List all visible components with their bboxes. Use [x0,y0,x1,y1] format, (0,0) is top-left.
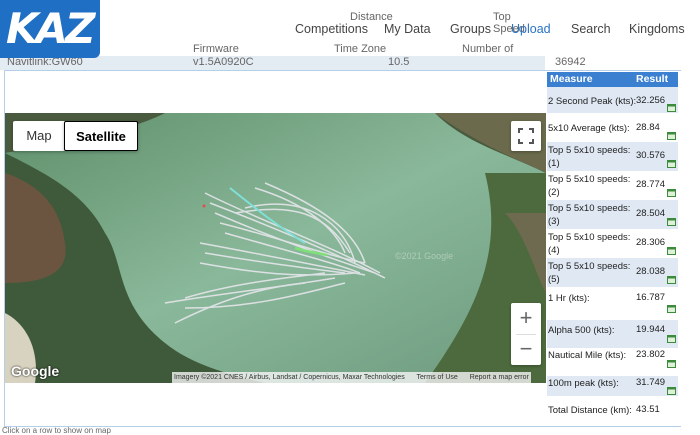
imagery-credit: Imagery ©2021 CNES / Airbus, Landsat / C… [174,374,405,381]
measure-value: 28.774 [636,179,666,190]
kaz-logo[interactable]: KAZ [0,0,100,58]
nav-search[interactable]: Search [571,22,611,36]
table-row[interactable]: Top 5 5x10 speeds: (3) 28.504 [547,200,678,229]
map-type-map-button[interactable]: Map [13,121,65,151]
table-row[interactable]: Total Distance (km): 43.51 [547,396,678,426]
measure-label: 100m peak (kts): [548,378,619,389]
table-row[interactable]: Top 5 5x10 speeds: (4) 28.306 [547,229,678,258]
map-type-satellite-button[interactable]: Satellite [64,121,138,151]
table-row[interactable]: 2 Second Peak (kts): 32.256 [547,87,678,113]
table-row[interactable]: 5x10 Average (kts): 28.84 [547,113,678,142]
measure-label: Top 5 5x10 speeds: (4) [548,232,631,256]
nav-groups[interactable]: Groups [450,22,491,36]
calendar-icon[interactable] [667,386,676,395]
measure-value: 28.038 [636,266,666,277]
calendar-icon[interactable] [667,304,676,313]
nav-upload[interactable]: Upload [511,22,551,36]
calendar-icon[interactable] [667,131,676,140]
track-map[interactable]: ©2021 Google [5,113,546,383]
table-row[interactable]: Nautical Mile (kts): 23.802 [547,348,678,376]
measure-label: Total Distance (km): [548,405,632,416]
table-row[interactable]: 100m peak (kts): 31.749 [547,376,678,396]
table-row[interactable]: 1 Hr (kts): 16.787 [547,287,678,320]
google-logo[interactable]: Google [11,363,59,379]
measure-value: 16.787 [636,292,666,303]
measure-value: 19.944 [636,324,666,335]
calendar-icon[interactable] [667,217,676,226]
measure-value: 43.51 [636,404,660,415]
measure-label: Top 5 5x10 speeds: (5) [548,261,631,285]
site-header: KAZ Competitions My Data Groups Upload S… [0,0,700,58]
terms-of-use-link[interactable]: Terms of Use [417,374,458,381]
calendar-icon[interactable] [667,275,676,284]
nav-kingdoms[interactable]: Kingdoms [629,22,685,36]
measure-label: Alpha 500 (kts): [548,325,615,336]
table-row[interactable]: Top 5 5x10 speeds: (2) 28.774 [547,171,678,200]
table-row[interactable]: Top 5 5x10 speeds: (5) 28.038 [547,258,678,287]
measure-label: Top 5 5x10 speeds: (1) [548,145,631,169]
zoom-out-button[interactable]: − [511,334,541,365]
page-scrollbar-track [681,60,700,431]
satellite-imagery [5,113,546,383]
measure-value: 28.504 [636,208,666,219]
measure-value: 28.306 [636,237,666,248]
measure-value: 28.84 [636,122,660,133]
fullscreen-icon [518,128,534,144]
zoom-control: + − [511,303,541,365]
measure-value: 32.256 [636,95,666,106]
calendar-icon[interactable] [667,246,676,255]
map-watermark: ©2021 Google [395,251,454,261]
measure-label: 5x10 Average (kts): [548,123,630,134]
measure-label: 1 Hr (kts): [548,293,590,304]
track-start-marker [202,204,206,208]
table-row[interactable]: Top 5 5x10 speeds: (1) 30.576 [547,142,678,171]
report-map-error-link[interactable]: Report a map error [470,374,529,381]
header-result: Result [636,73,669,85]
map-type-map-label: Map [26,128,52,143]
nav-competitions[interactable]: Competitions [295,22,368,36]
measure-value: 23.802 [636,349,666,360]
logo-text: KAZ [6,4,95,53]
measure-label: Nautical Mile (kts): [548,350,627,361]
calendar-icon[interactable] [667,334,676,343]
measure-label: 2 Second Peak (kts): [548,96,637,107]
map-attribution: Imagery ©2021 CNES / Airbus, Landsat / C… [172,372,531,383]
measure-value: 30.576 [636,150,666,161]
measure-label: Top 5 5x10 speeds: (3) [548,203,631,227]
results-header: Measure Result [547,72,678,87]
table-row[interactable]: Alpha 500 (kts): 19.944 [547,320,678,348]
calendar-icon[interactable] [667,159,676,168]
fullscreen-button[interactable] [511,121,541,151]
calendar-icon[interactable] [667,188,676,197]
map-type-satellite-label: Satellite [76,129,126,144]
measure-value: 31.749 [636,377,666,388]
calendar-icon[interactable] [667,103,676,112]
calendar-icon[interactable] [667,359,676,368]
info-data-row[interactable]: Navitlink:GW60 v1.5A0920C 10.5 36942 [0,56,586,70]
zoom-in-button[interactable]: + [511,303,541,334]
header-measure: Measure [550,73,593,85]
nav-my-data[interactable]: My Data [384,22,431,36]
measure-label: Top 5 5x10 speeds: (2) [548,174,631,198]
